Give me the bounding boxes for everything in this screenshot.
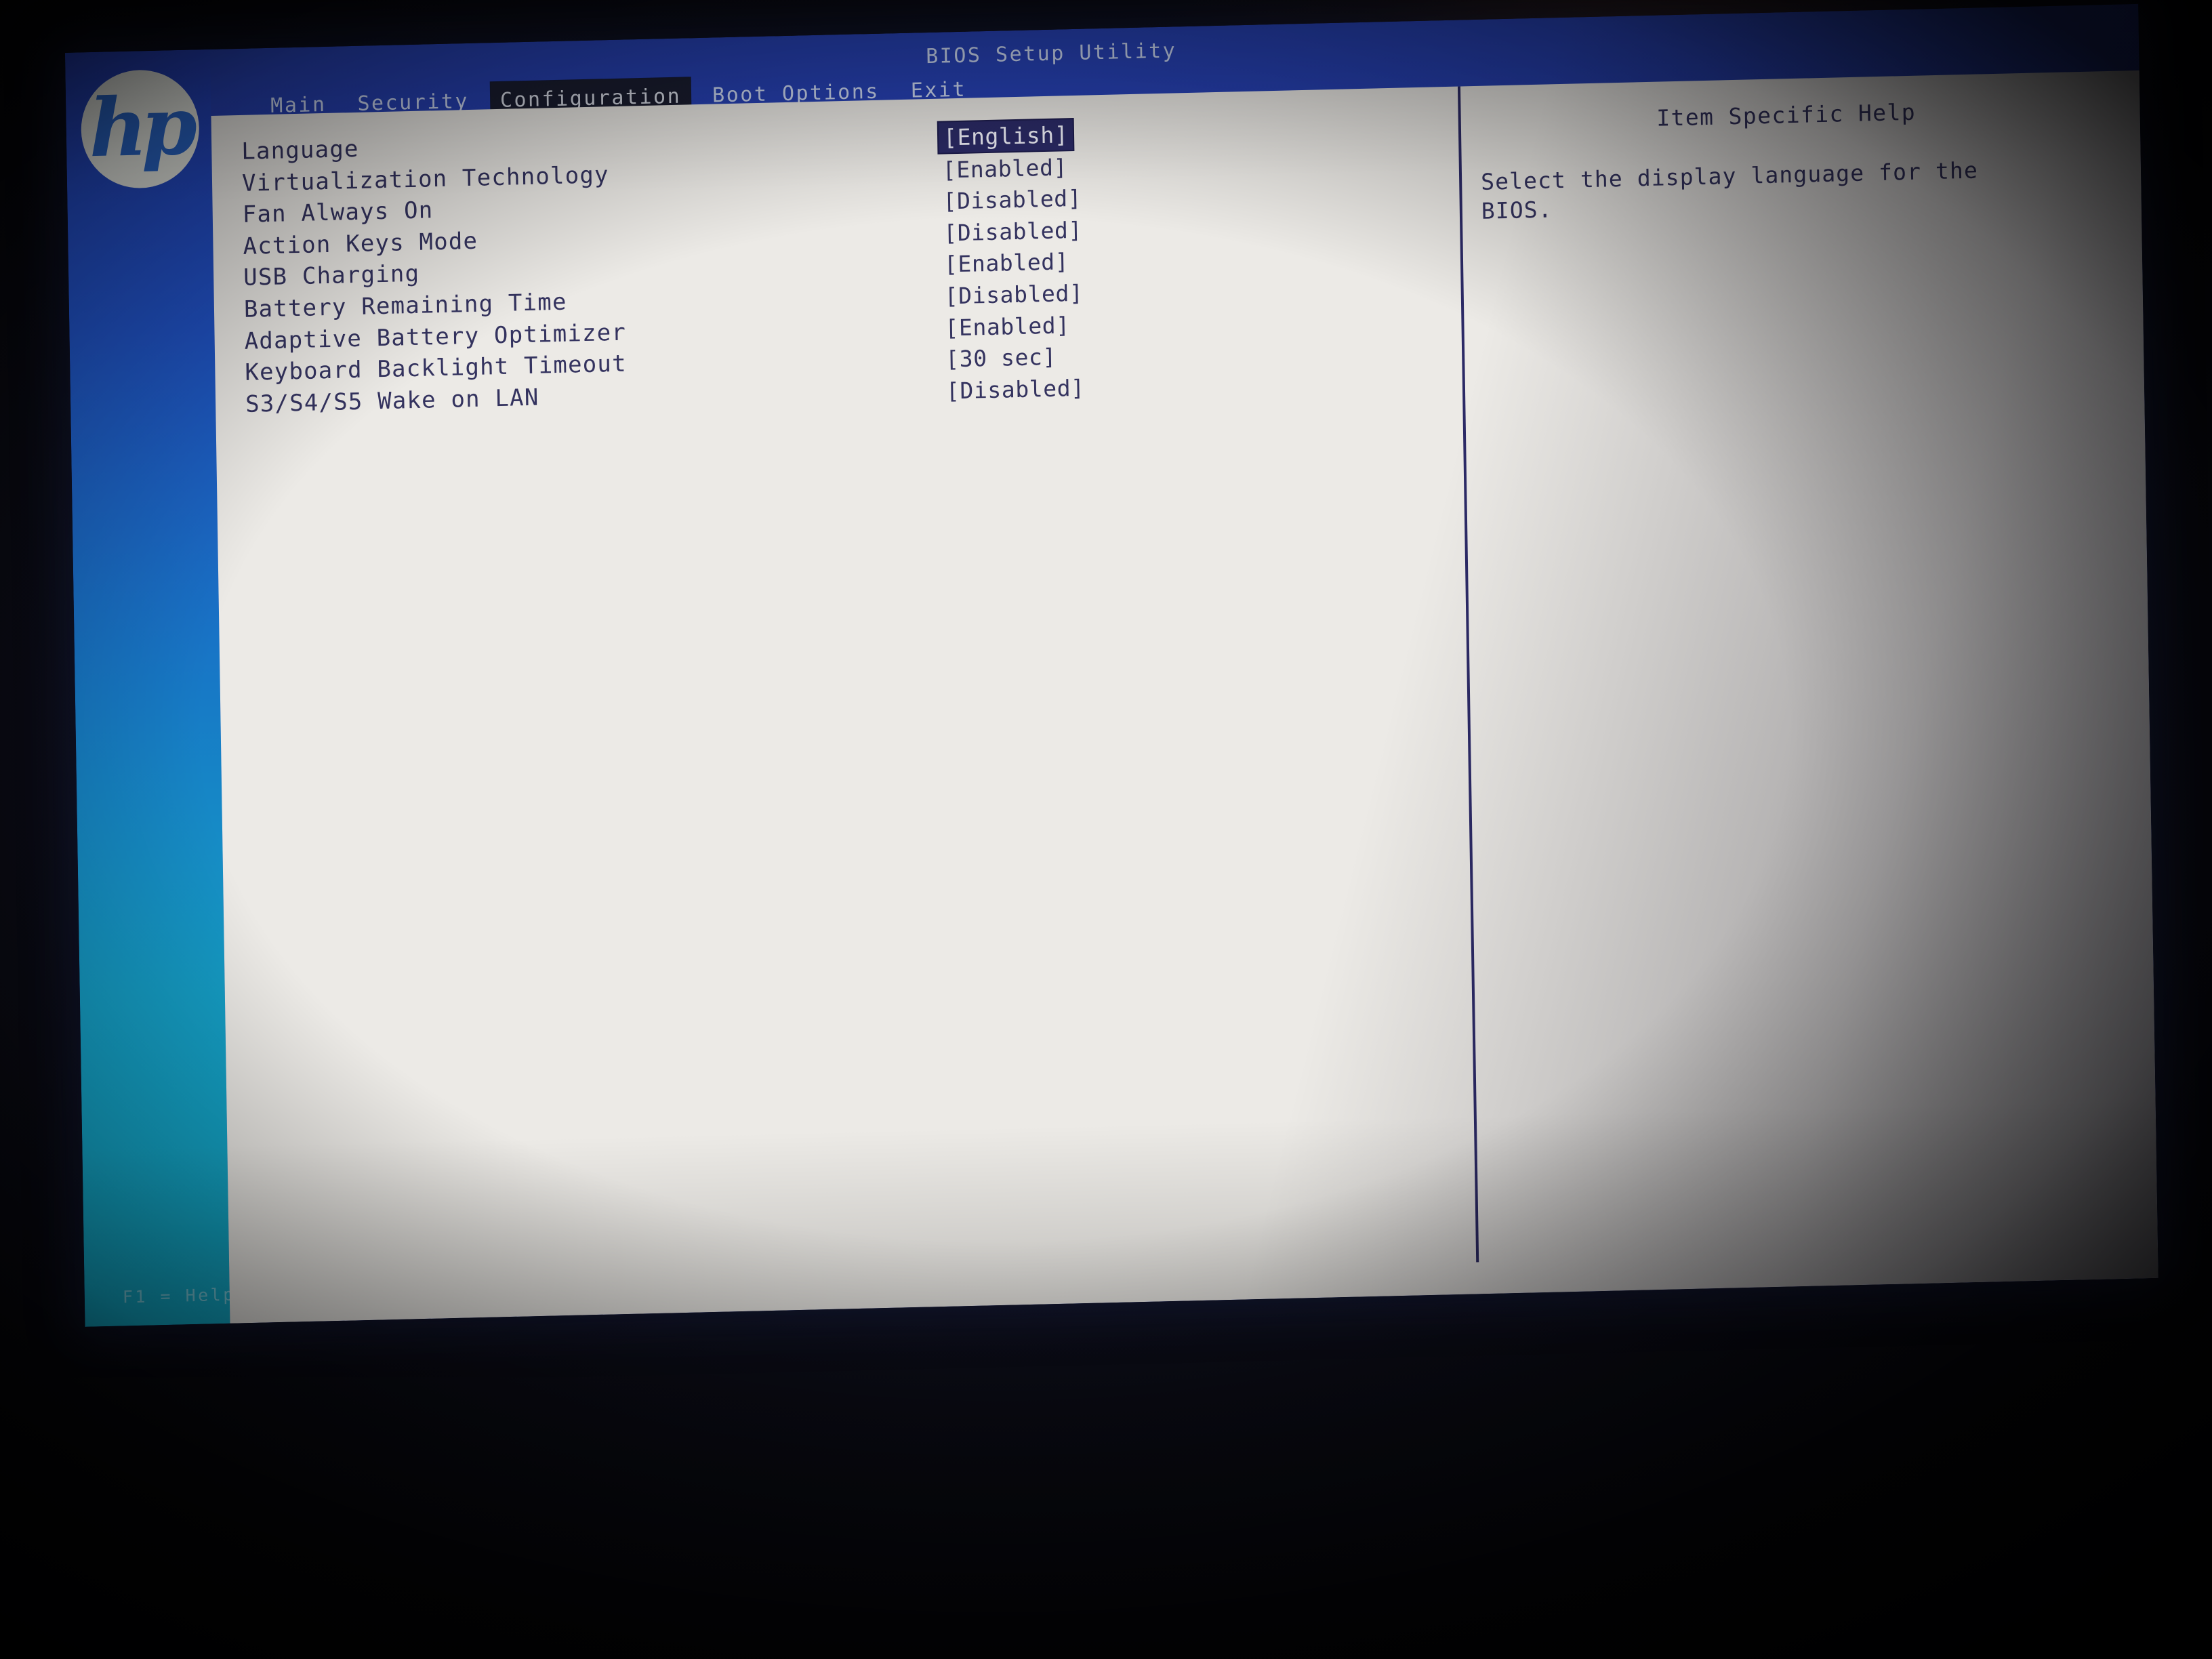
help-key-hint: F1 = Help	[122, 1284, 236, 1307]
setting-value[interactable]: [Enabled]	[945, 312, 1070, 341]
setting-value[interactable]: [Disabled]	[944, 280, 1083, 310]
setting-value[interactable]: [Enabled]	[943, 154, 1068, 183]
setting-label: Action Keys Mode	[243, 227, 478, 260]
laptop-screen-photo: hp F1 = Help BIOS Setup Utility Main Secu…	[0, 0, 2212, 1659]
pane-divider	[1457, 86, 1479, 1263]
setting-label: Fan Always On	[242, 197, 434, 229]
page-title: BIOS Setup Utility	[925, 39, 1177, 69]
branding-sidebar: hp F1 = Help	[65, 49, 236, 1327]
help-pane-title: Item Specific Help	[1656, 98, 1917, 131]
lcd-screen: hp F1 = Help BIOS Setup Utility Main Secu…	[65, 3, 2158, 1327]
setting-value[interactable]: [Disabled]	[943, 216, 1082, 246]
setting-value[interactable]: [Disabled]	[946, 374, 1085, 404]
settings-list: Language [English] Virtualization Technolo…	[241, 110, 1438, 422]
setting-label: USB Charging	[243, 260, 420, 292]
bios-setup-utility: hp F1 = Help BIOS Setup Utility Main Secu…	[65, 3, 2158, 1327]
help-pane-body: Select the display language for the BIOS…	[1480, 157, 1979, 224]
setting-value[interactable]: [Disabled]	[943, 185, 1082, 215]
work-area: Language [English] Virtualization Technolo…	[211, 70, 2158, 1324]
setting-label: Language	[241, 135, 359, 165]
setting-value-selected[interactable]: [English]	[938, 119, 1073, 153]
item-specific-help-pane: Item Specific Help Select the display la…	[1479, 94, 2134, 226]
setting-value[interactable]: [30 sec]	[945, 344, 1057, 373]
setting-value[interactable]: [Enabled]	[944, 249, 1069, 278]
